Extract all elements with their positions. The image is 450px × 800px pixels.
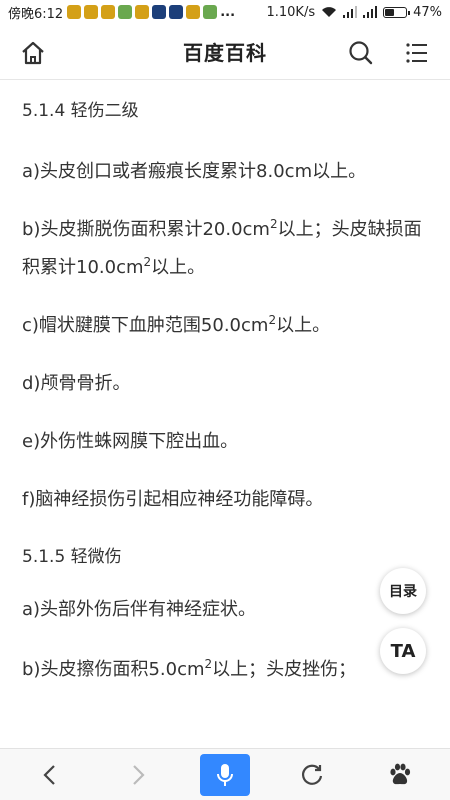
notification-app-icon (186, 5, 201, 19)
forward-button[interactable] (118, 749, 158, 800)
home-button[interactable] (18, 38, 48, 68)
notification-app-icon (67, 5, 82, 19)
section-heading-5-1-5: 5.1.5 轻微伤 (22, 547, 122, 567)
superscript: 2 (268, 313, 277, 327)
notification-app-icon (203, 5, 218, 19)
paragraph-b-text-1: b)头皮撕脱伤面积累计20.0cm (22, 219, 270, 240)
superscript: 2 (269, 217, 278, 231)
bottom-navigation (0, 748, 450, 800)
search-icon (349, 41, 373, 65)
signal-icon (343, 6, 358, 18)
paragraph-c: c)帽状腱膜下血肿范围50.0cm2以上。 (22, 307, 430, 345)
status-bar: 傍晚6:12 ... 1.10K/s 47% (0, 0, 450, 24)
paragraph-f: f)脑神经损伤引起相应神经功能障碍。 (22, 489, 324, 510)
battery-percent: 47% (413, 4, 442, 20)
section-heading-5-1-4: 5.1.4 轻伤二级 (22, 101, 139, 121)
notification-app-icon (118, 5, 133, 19)
voice-search-button[interactable] (199, 749, 251, 800)
paragraph-b-text-3: 以上。 (151, 257, 206, 278)
back-button[interactable] (30, 749, 70, 800)
search-button[interactable] (346, 38, 376, 68)
paragraph-e: e)外伤性蛛网膜下腔出血。 (22, 431, 239, 452)
paragraph-2b-text-1: b)头皮擦伤面积5.0cm (22, 659, 205, 680)
signal-icon-2 (363, 6, 378, 18)
paragraph-a: a)头皮创口或者瘢痕长度累计8.0cm以上。 (22, 161, 367, 182)
top-bar: 百度百科 (0, 24, 450, 80)
baidu-button[interactable] (380, 749, 420, 800)
superscript: 2 (204, 657, 213, 671)
refresh-button[interactable] (292, 749, 332, 800)
notification-app-icon (135, 5, 150, 19)
paragraph-b: b)头皮撕脱伤面积累计20.0cm2以上；头皮缺损面积累计10.0cm2以上。 (22, 211, 430, 287)
notification-app-icon (84, 5, 99, 19)
page-title: 百度百科 (183, 41, 267, 65)
notification-app-icon (169, 5, 184, 19)
forward-icon (133, 765, 145, 785)
paragraph-2b-text-2: 以上；头皮挫伤； (212, 659, 357, 680)
battery-level (385, 8, 395, 16)
notification-app-icon (101, 5, 116, 19)
menu-button[interactable] (402, 38, 432, 68)
superscript: 2 (143, 255, 152, 269)
notification-icons (67, 5, 218, 19)
wifi-icon (322, 7, 337, 17)
battery-icon (383, 6, 411, 18)
paragraph-d: d)颅骨骨折。 (22, 373, 131, 394)
table-of-contents-button[interactable]: 目录 (380, 568, 426, 614)
paragraph-c-text-1: c)帽状腱膜下血肿范围50.0cm (22, 315, 269, 336)
back-icon (43, 765, 55, 785)
paragraph-2a: a)头部外伤后伴有神经症状。 (22, 599, 257, 620)
paragraph-2b: b)头皮擦伤面积5.0cm2以上；头皮挫伤； (22, 651, 430, 689)
microphone-icon (217, 764, 233, 786)
network-speed: 1.10K/s (266, 4, 316, 20)
more-notifications: ... (220, 4, 236, 20)
home-icon (22, 41, 44, 65)
ta-button[interactable]: TA (380, 628, 426, 674)
refresh-icon (301, 764, 323, 785)
menu-icon (406, 43, 427, 63)
baidu-paw-icon (390, 763, 411, 785)
paragraph-c-text-2: 以上。 (276, 315, 331, 336)
status-right: 1.10K/s 47% (266, 5, 442, 20)
status-time: 傍晚6:12 (8, 6, 64, 22)
notification-app-icon (152, 5, 167, 19)
voice-button-bg (200, 754, 250, 796)
